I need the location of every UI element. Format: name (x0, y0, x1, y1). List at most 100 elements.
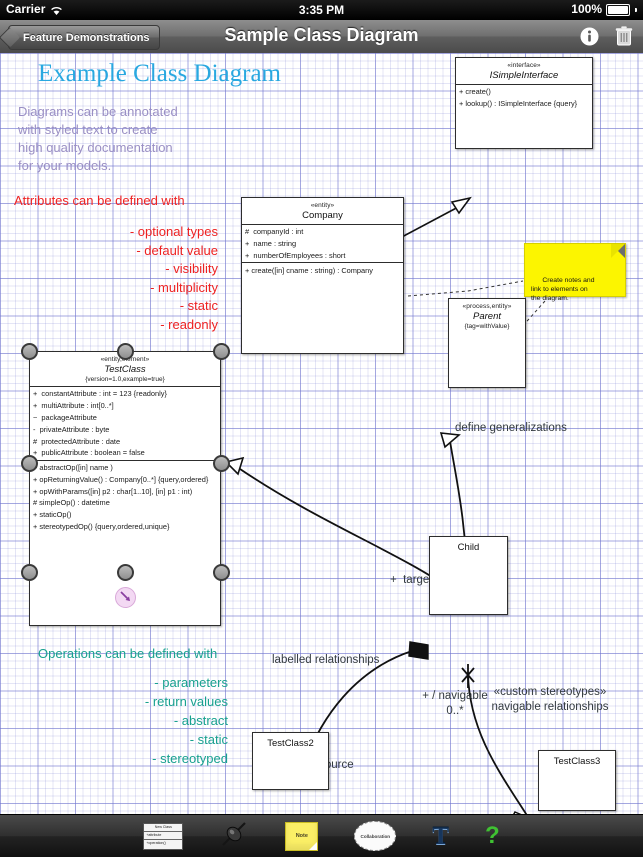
annotation-teal-list: - parameters - return values - abstract … (144, 675, 228, 766)
class-operation-row: + staticOp() (33, 510, 72, 520)
class-box-isimpleinterface[interactable]: «interface» ISimpleInterface + create() … (455, 57, 593, 149)
selection-handle-top-right[interactable] (213, 343, 230, 360)
class-attribute-row: # protectedAttribute : date (33, 436, 121, 446)
class-tagged-value: {tag=withValue} (464, 323, 510, 330)
class-shape-icon-operation: +operation() (146, 841, 166, 845)
class-box-testclass2[interactable]: TestClass2 (252, 732, 329, 790)
annotation-labelled-relationships: labelled relationships (272, 654, 380, 666)
class-shape-icon: New Class +attribute +operation() (143, 822, 184, 850)
class-operation-row: + lookup() : ISimpleInterface {query} (459, 99, 578, 109)
selection-handle-bottom-left[interactable] (21, 564, 38, 581)
app-root: Carrier 3:35 PM 100% Feature Demonstrati… (0, 0, 643, 857)
bottom-toolbar: New Class +attribute +operation() Note C… (0, 814, 643, 857)
class-operation-row: + opReturningValue() : Company[0..*] {qu… (33, 474, 209, 484)
class-attribute-row: # companyId : int (245, 227, 304, 237)
class-attribute-row: - privateAttribute : byte (33, 424, 110, 434)
class-header: TestClass3 (539, 751, 615, 770)
sticky-note[interactable]: Create notes and link to elements on the… (524, 243, 626, 302)
class-name: Parent (473, 311, 501, 322)
class-box-testclass3[interactable]: TestClass3 (538, 750, 616, 811)
info-icon[interactable] (580, 27, 599, 51)
selection-handle-middle-left[interactable] (21, 455, 38, 472)
edge-label-target: + target (390, 574, 433, 586)
class-operation-row: + abstractOp([in] name ) (33, 463, 113, 473)
class-operation-row: + opWithParams([in] p2 : char[1..10], [i… (33, 486, 193, 496)
class-attribute-row: + multiAttribute : int[0..*] (33, 401, 114, 411)
note-icon-label: Note (295, 833, 308, 839)
collaboration-icon: Collaboration (354, 821, 397, 851)
class-box-testclass[interactable]: «entity,element» TestClass {version=1.0,… (29, 351, 221, 626)
selection-handle-bottom-right[interactable] (213, 564, 230, 581)
pin-tool[interactable] (219, 819, 249, 854)
class-operation-row: + stereotypedOp() {query,ordered,unique} (33, 521, 170, 531)
selection-handle-bottom-center[interactable] (117, 564, 134, 581)
back-button-label: Feature Demonstrations (23, 31, 150, 44)
diagram-canvas[interactable]: Example Class Diagram Diagrams can be an… (0, 53, 643, 815)
class-name: Child (457, 542, 480, 553)
nav-bar: Feature Demonstrations Sample Class Diag… (0, 20, 643, 54)
class-attributes: + constantAttribute : int = 123 {readonl… (30, 386, 220, 460)
class-attribute-row: + name : string (245, 239, 297, 249)
collaboration-icon-label: Collaboration (360, 833, 391, 839)
class-box-child[interactable]: Child (429, 536, 508, 615)
annotation-purple-paragraph: Diagrams can be annotated with styled te… (18, 104, 178, 173)
pin-icon (219, 819, 249, 854)
help-tool[interactable]: ? (485, 824, 500, 848)
class-shape-icon-attribute: +attribute (144, 832, 183, 840)
selection-handle-top-left[interactable] (21, 343, 38, 360)
class-shape-icon-title: New Class (144, 824, 183, 832)
annotation-teal-heading: Operations can be defined with (38, 646, 218, 661)
clock: 3:35 PM (298, 3, 345, 17)
trash-icon[interactable] (615, 26, 633, 51)
class-attribute-row: + publicAttribute : boolean = false (33, 448, 145, 458)
note-fold-corner (611, 244, 625, 258)
edge-label-navigable: + / navigable 0..* (422, 690, 488, 717)
class-attribute-row: ~ packageAttribute (33, 412, 97, 422)
text-icon: T (432, 822, 449, 850)
class-tagged-value: {version=1.0,example=true} (85, 376, 165, 383)
annotation-red-heading: Attributes can be defined with (14, 193, 185, 208)
class-header: «entity» Company (242, 198, 403, 224)
battery-full-icon (606, 4, 630, 16)
class-header: Child (430, 537, 507, 556)
class-shape-tool[interactable]: New Class +attribute +operation() (143, 822, 184, 850)
annotation-define-generalizations: define generalizations (455, 422, 567, 434)
class-box-company[interactable]: «entity» Company # companyId : int + nam… (241, 197, 404, 354)
class-operations: + create() + lookup() : ISimpleInterface… (456, 84, 592, 111)
note-icon: Note (285, 821, 319, 851)
class-name: TestClass3 (553, 756, 601, 767)
battery-percent-label: 100% (571, 2, 602, 16)
class-operation-row: + create([in] cname : string) : Company (245, 265, 373, 275)
class-attribute-row: + constantAttribute : int = 123 {readonl… (33, 389, 167, 399)
class-operations: + abstractOp([in] name ) + opReturningVa… (30, 459, 220, 534)
class-attributes: # companyId : int + name : string + numb… (242, 224, 403, 262)
rotate-handle[interactable] (115, 587, 136, 608)
text-tool[interactable]: T (432, 824, 449, 849)
class-operation-row: + create() (459, 87, 491, 97)
class-operation-row: # simpleOp() : datetime (33, 498, 110, 508)
battery-nub (635, 8, 637, 12)
help-icon: ? (485, 822, 500, 849)
class-name: TestClass2 (267, 738, 314, 749)
class-name: Company (302, 210, 343, 221)
class-header: «interface» ISimpleInterface (456, 58, 592, 84)
class-stereotype: «interface» (507, 62, 541, 69)
selection-handle-middle-right[interactable] (213, 455, 230, 472)
status-bar-right: 100% (571, 2, 637, 16)
class-header: TestClass2 (253, 733, 328, 752)
class-stereotype: «entity» (310, 202, 335, 209)
status-bar: Carrier 3:35 PM 100% (0, 0, 643, 20)
class-name: TestClass (104, 364, 146, 375)
class-operations: + create([in] cname : string) : Company (242, 262, 403, 277)
selection-handle-top-center[interactable] (117, 343, 134, 360)
class-stereotype: «process,entity» (462, 303, 512, 310)
diagram-heading: Example Class Diagram (38, 60, 281, 87)
collaboration-tool[interactable]: Collaboration (354, 821, 397, 851)
class-attribute-row: + numberOfEmployees : short (245, 250, 346, 260)
class-box-parent[interactable]: «process,entity» Parent {tag=withValue} (448, 298, 526, 388)
class-header: «process,entity» Parent {tag=withValue} (449, 299, 525, 333)
note-tool[interactable]: Note (285, 821, 319, 851)
class-name: ISimpleInterface (489, 70, 559, 81)
nav-bar-actions (580, 26, 633, 51)
annotation-red-list: - optional types - default value - visib… (129, 224, 218, 332)
